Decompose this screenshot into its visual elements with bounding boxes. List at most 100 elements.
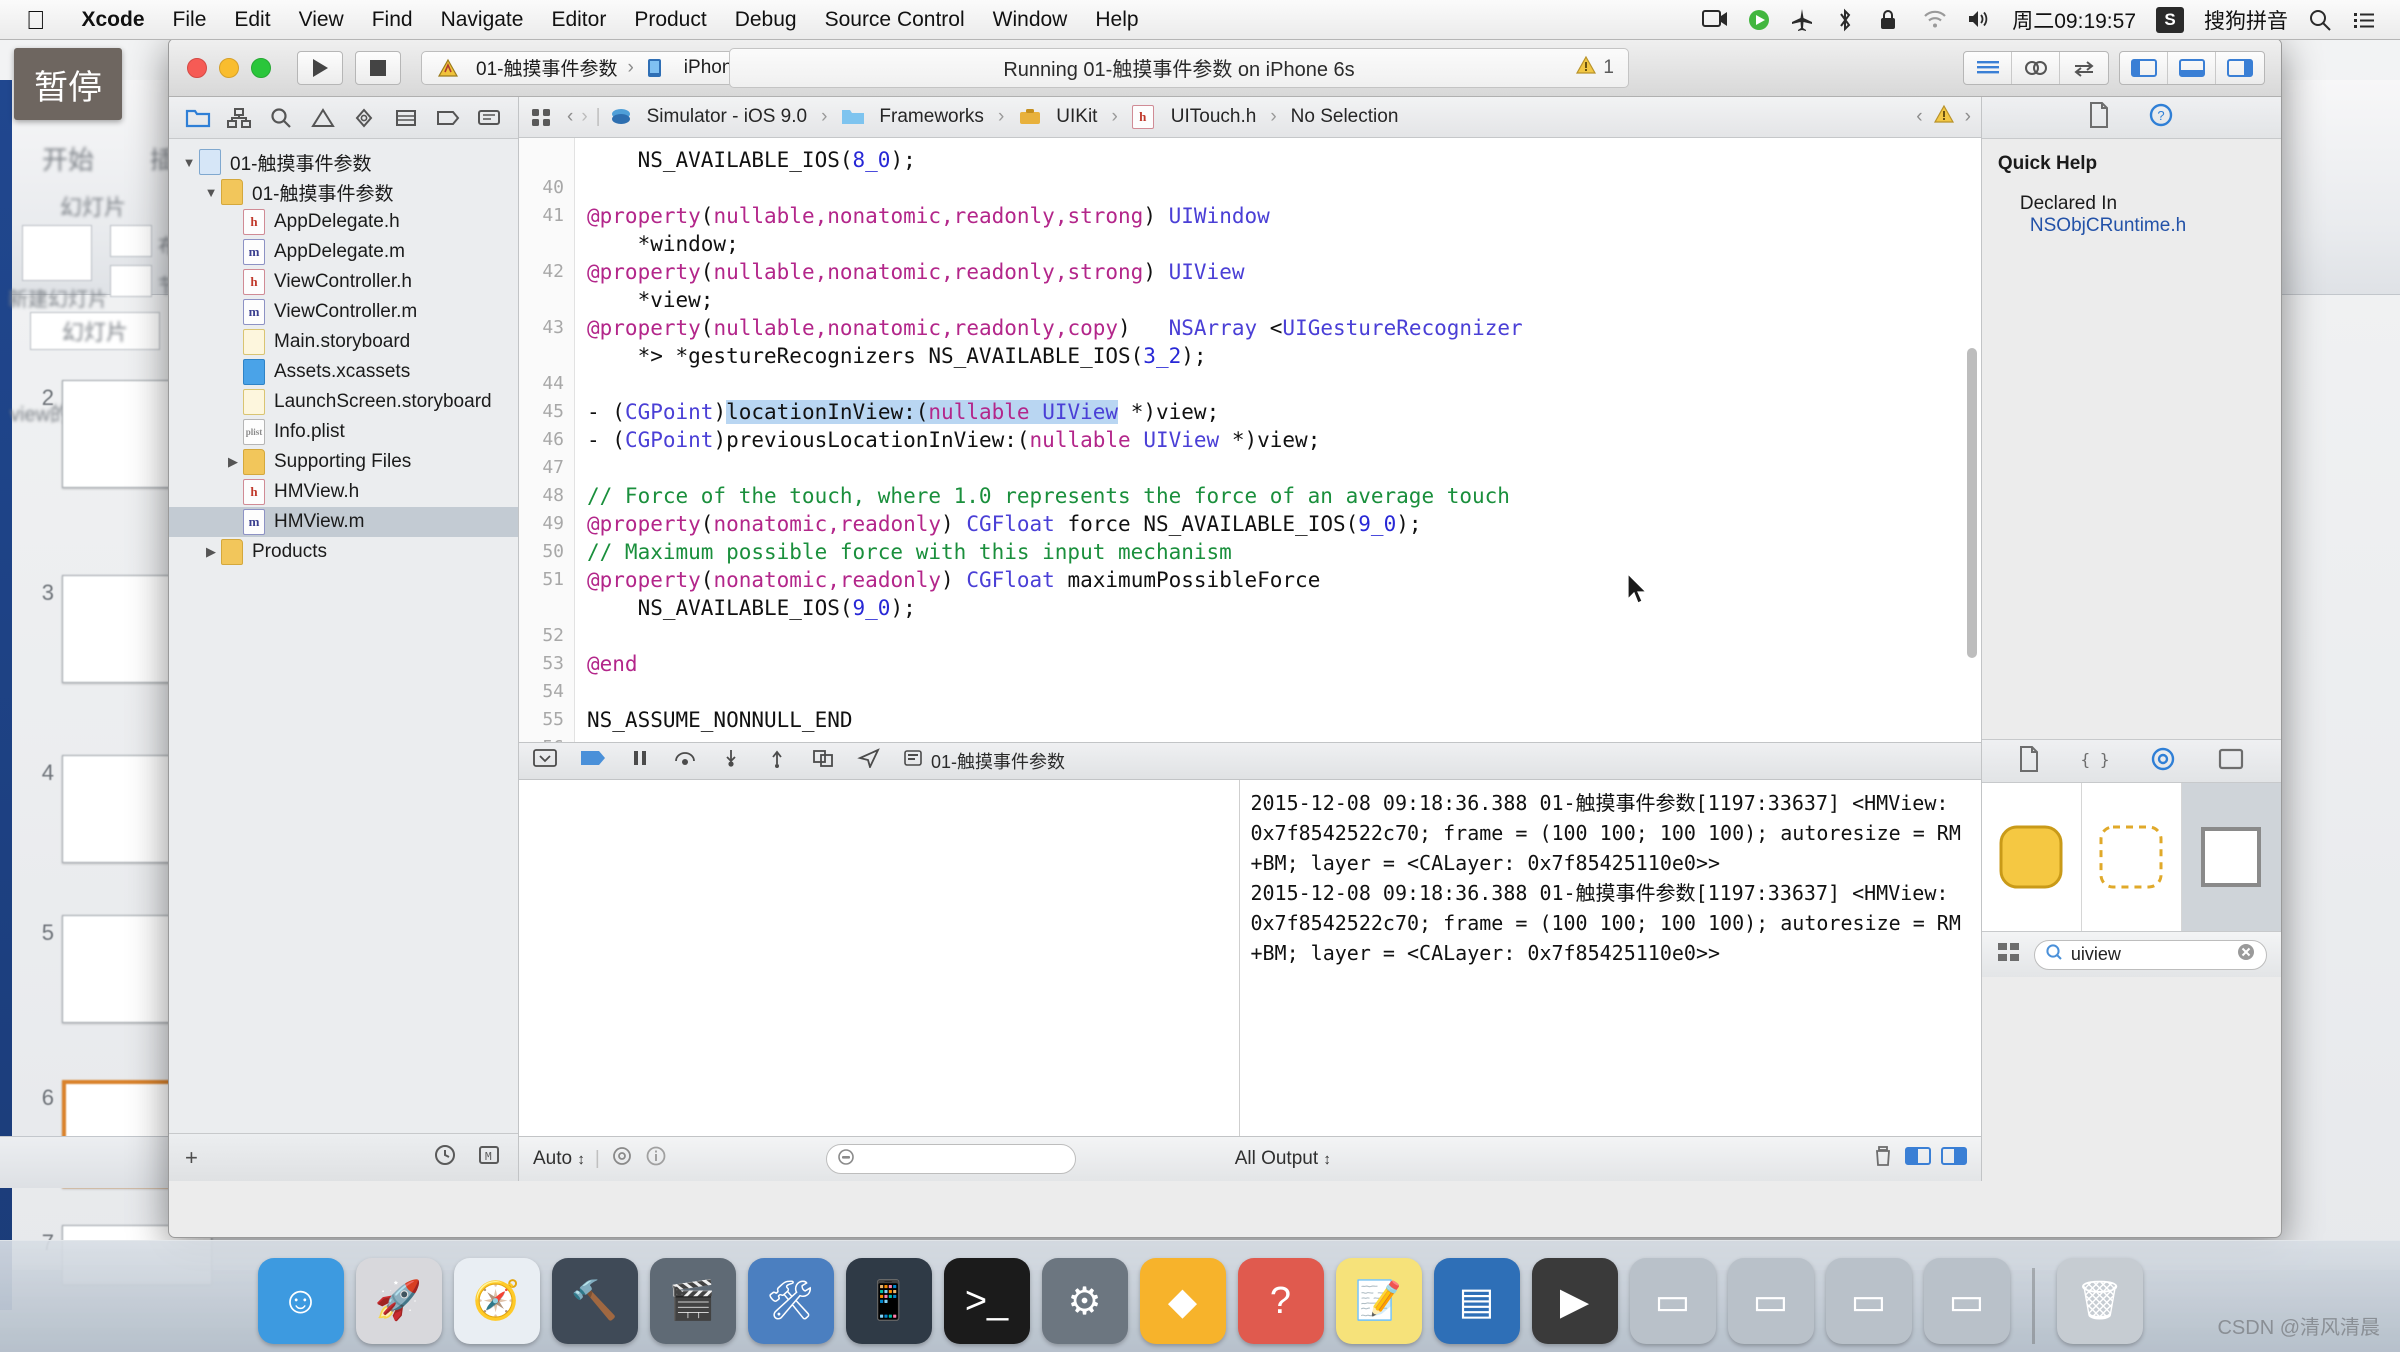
step-over-icon[interactable] — [673, 748, 697, 773]
code-line-14[interactable]: // Maximum possible force with this inpu… — [587, 538, 1981, 566]
variables-scope-selector[interactable]: Auto ↕ — [533, 1148, 585, 1170]
next-issue-icon[interactable]: › — [1965, 106, 1971, 128]
tree-item-0[interactable]: ▼ 01-触摸事件参数 — [169, 147, 518, 177]
code-line-7[interactable]: *> *gestureRecognizers NS_AVAILABLE_IOS(… — [587, 342, 1981, 370]
warning-triangle-icon[interactable] — [1933, 104, 1955, 130]
code-line-8[interactable] — [587, 370, 1981, 398]
status-warning[interactable]: 1 — [1575, 55, 1614, 81]
play-circle-icon[interactable] — [1746, 8, 1772, 32]
library-search-value[interactable]: uiview — [2071, 944, 2121, 965]
step-out-icon[interactable] — [765, 748, 789, 773]
code-line-1[interactable] — [587, 174, 1981, 202]
dock-item-system-preferences[interactable]: ⚙ — [1041, 1258, 1128, 1344]
step-into-icon[interactable] — [719, 748, 743, 773]
dock-item-finder[interactable]: ☺ — [257, 1258, 344, 1344]
breadcrumb-frameworks[interactable]: Frameworks — [879, 106, 984, 128]
code-snippet-library-icon[interactable]: { } — [2081, 746, 2110, 777]
menubar-clock[interactable]: 周二09:19:57 — [2010, 5, 2138, 35]
related-items-icon[interactable] — [529, 105, 553, 129]
code-line-19[interactable] — [587, 678, 1981, 706]
hide-utilities-icon[interactable] — [2216, 52, 2264, 84]
code-line-15[interactable]: @property(nonatomic,readonly) CGFloat ma… — [587, 566, 1981, 594]
test-navigator-icon[interactable] — [344, 98, 386, 138]
symbol-navigator-icon[interactable] — [219, 98, 261, 138]
activate-breakpoints-icon[interactable] — [579, 748, 607, 773]
library-item-rounded-rect[interactable] — [1982, 783, 2082, 931]
dock-item-screen-4[interactable]: ▭ — [1923, 1258, 2010, 1344]
quick-help-icon[interactable]: ? — [2147, 101, 2175, 134]
debug-process-label[interactable]: 01-触摸事件参数 — [931, 748, 1065, 774]
dock-item-xcode[interactable]: 🔨 — [551, 1258, 638, 1344]
clear-console-icon[interactable] — [1871, 1144, 1895, 1174]
project-navigator-icon[interactable] — [177, 98, 219, 138]
breadcrumb-uitouch-h[interactable]: UITouch.h — [1171, 106, 1257, 128]
breadcrumb-no-selection[interactable]: No Selection — [1291, 106, 1399, 128]
add-file-button[interactable]: + — [185, 1145, 198, 1171]
tree-item-13[interactable]: ▶ Products — [169, 537, 518, 567]
search-icon[interactable] — [2308, 8, 2334, 32]
recent-files-icon[interactable] — [432, 1142, 458, 1174]
source-code-editor[interactable]: 40 41 42 43 44 45 46 47 48 49 50 51 52 53 54 55 56 NS_AV… — [519, 137, 1981, 742]
notification-center-icon[interactable] — [2352, 8, 2378, 32]
variables-view[interactable] — [519, 780, 1241, 1137]
console-output[interactable]: 2015-12-08 09:18:36.388 01-触摸事件参数[1197:3… — [1240, 780, 1981, 1137]
code-line-13[interactable]: @property(nonatomic,readonly) CGFloat fo… — [587, 510, 1981, 538]
ppt-new-slide-icon[interactable] — [22, 225, 92, 281]
disclosure-closed-icon[interactable]: ▶ — [223, 454, 243, 470]
dock-item-tools[interactable]: 🛠 — [747, 1258, 834, 1344]
view-toggle-segmented-control[interactable] — [2119, 50, 2265, 85]
declared-in-value[interactable]: NSObjCRuntime.h — [2030, 215, 2186, 236]
run-button[interactable] — [297, 50, 343, 85]
volume-icon[interactable] — [1966, 8, 1992, 32]
menu-item-navigate[interactable]: Navigate — [427, 8, 538, 32]
minimize-button[interactable] — [219, 57, 239, 78]
menu-item-source-control[interactable]: Source Control — [811, 8, 979, 32]
disclosure-closed-icon[interactable]: ▶ — [201, 544, 221, 560]
simulate-location-icon[interactable] — [857, 748, 881, 773]
target-icon[interactable] — [610, 1144, 634, 1174]
editor-vertical-scrollbar[interactable] — [1966, 347, 1977, 658]
find-navigator-icon[interactable] — [260, 98, 302, 138]
tree-item-4[interactable]: h ViewController.h — [169, 267, 518, 297]
info-icon[interactable] — [644, 1144, 668, 1174]
version-editor-icon[interactable] — [2060, 52, 2108, 84]
menu-item-window[interactable]: Window — [979, 8, 1082, 32]
object-library-icon[interactable] — [2149, 745, 2177, 778]
input-method-label[interactable]: 搜狗拼音 — [2202, 5, 2290, 35]
show-variables-icon[interactable] — [1904, 1146, 1931, 1172]
tree-item-6[interactable]: Main.storyboard — [169, 327, 518, 357]
menu-item-editor[interactable]: Editor — [537, 8, 620, 32]
dock-item-screen-2[interactable]: ▭ — [1727, 1258, 1814, 1344]
pause-resume-icon[interactable] — [629, 748, 651, 773]
tree-item-1[interactable]: ▼ 01-触摸事件参数 — [169, 177, 518, 207]
assistant-editor-icon[interactable] — [2012, 51, 2060, 84]
previous-issue-icon[interactable]: ‹ — [1916, 106, 1922, 128]
report-navigator-icon[interactable] — [468, 98, 510, 138]
hide-navigator-icon[interactable] — [2120, 51, 2168, 84]
tree-item-10[interactable]: ▶ Supporting Files — [169, 447, 518, 477]
source-control-filter-icon[interactable]: M — [476, 1142, 502, 1174]
tree-item-5[interactable]: m ViewController.m — [169, 297, 518, 327]
code-line-21[interactable] — [587, 734, 1981, 742]
menu-item-help[interactable]: Help — [1081, 8, 1152, 32]
breadcrumb-uikit[interactable]: UIKit — [1056, 106, 1097, 128]
tree-item-7[interactable]: Assets.xcassets — [169, 357, 518, 387]
hide-debug-area-icon[interactable] — [533, 748, 557, 773]
code-line-9[interactable]: - (CGPoint)locationInView:(nullable UIVi… — [587, 398, 1981, 426]
code-line-5[interactable]: *view; — [587, 286, 1981, 314]
ppt-layout-icon[interactable] — [110, 225, 152, 257]
tree-item-8[interactable]: LaunchScreen.storyboard — [169, 387, 518, 417]
debug-navigator-icon[interactable] — [385, 98, 427, 138]
menu-item-xcode[interactable]: Xcode — [68, 8, 159, 32]
screen-record-icon[interactable] — [1702, 8, 1728, 32]
issue-navigator-icon[interactable] — [302, 98, 344, 138]
library-item-dashed-rect[interactable] — [2082, 783, 2182, 931]
library-item-square-gray[interactable] — [2181, 783, 2281, 931]
dock-item-quicktime[interactable]: ▶ — [1531, 1258, 1618, 1344]
bluetooth-icon[interactable] — [1834, 8, 1860, 32]
dock-item-trash[interactable]: 🗑 — [2056, 1258, 2143, 1344]
file-template-library-icon[interactable] — [2017, 745, 2041, 778]
nav-back-icon[interactable]: ‹ — [567, 106, 573, 128]
dock-item-imovie[interactable]: 🎬 — [649, 1258, 736, 1344]
console-filter-field[interactable] — [826, 1144, 1077, 1175]
